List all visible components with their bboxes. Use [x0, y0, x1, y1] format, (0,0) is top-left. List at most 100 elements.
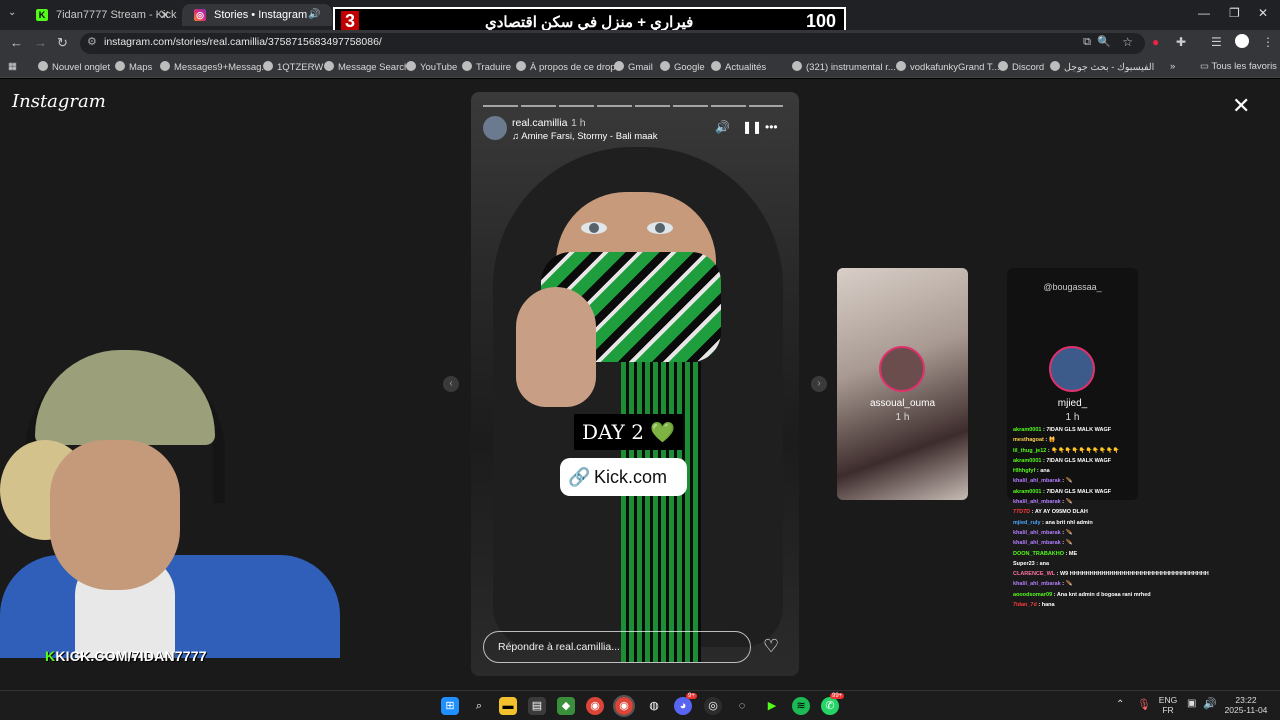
bookmark-item[interactable]: Maps: [115, 61, 152, 73]
chat-text: AY AY O95MO DLAH: [1034, 509, 1088, 516]
address-bar[interactable]: ⚙ instagram.com/stories/real.camillia/37…: [80, 33, 1145, 54]
clock[interactable]: 23:22 2025-11-04: [1222, 695, 1270, 715]
chat-message: CLARENCE_WL : W9 HHHHHHHHHHHHHHHHHHHHHHH…: [1013, 571, 1209, 578]
browser-menu-icon[interactable]: ⋮: [1262, 35, 1274, 49]
kick-icon: K: [45, 648, 56, 664]
reading-list-icon[interactable]: ☰: [1211, 35, 1222, 49]
chat-username: 77D7D: [1013, 509, 1031, 516]
app-icon[interactable]: ◎: [704, 697, 722, 715]
chat-text: ME: [1068, 550, 1078, 557]
tab-audio-icon[interactable]: 🔊: [308, 4, 320, 26]
volume-icon[interactable]: 🔊: [715, 120, 730, 134]
story-progress-segment: [597, 105, 632, 107]
search-icon[interactable]: ⌕: [470, 697, 488, 715]
extensions-puzzle-icon[interactable]: ✚: [1176, 35, 1186, 49]
install-app-icon[interactable]: ⧉: [1083, 36, 1091, 49]
volume-icon[interactable]: 🔊: [1203, 697, 1217, 710]
chat-text: ana brit nhl admin: [1045, 519, 1093, 526]
close-tab-icon[interactable]: ✕: [160, 4, 170, 26]
file-explorer-icon[interactable]: ▬: [499, 697, 517, 715]
side-story-username: assoual_ouma: [869, 398, 936, 409]
chat-username: mesthagoat: [1013, 437, 1044, 444]
zoom-icon[interactable]: 🔍: [1097, 35, 1111, 48]
discord-icon[interactable]: ◕: [674, 697, 692, 715]
tab-kick-dashboard[interactable]: K 7idan7777 Stream - Kick Dashb ✕: [24, 4, 178, 26]
bookmark-star-icon[interactable]: ☆: [1122, 35, 1133, 49]
story-timestamp: 1 h: [571, 117, 586, 129]
pause-icon[interactable]: ❚❚: [742, 120, 762, 134]
chat-text: 🙀: [1048, 437, 1056, 444]
bookmark-item[interactable]: Messages9+Messag...: [160, 61, 269, 73]
site-info-icon[interactable]: ⚙: [87, 35, 97, 48]
bookmark-item[interactable]: (321) instrumental r...: [792, 61, 896, 73]
side-story-username: mjied_: [1057, 398, 1088, 409]
bookmark-item[interactable]: الفيسبوك - بحث جوجل: [1050, 61, 1154, 73]
apps-grid-icon[interactable]: ▦: [8, 61, 17, 72]
story-progress-segment: [559, 105, 594, 107]
discord-badge: 9+: [686, 693, 697, 699]
minimize-icon[interactable]: —: [1198, 6, 1210, 20]
story-viewer[interactable]: real.camillia 1 h ♫ Amine Farsi, Stormy …: [471, 92, 799, 676]
language-indicator[interactable]: ENG FR: [1158, 695, 1178, 715]
story-reply-input[interactable]: Répondre à real.camillia...: [483, 631, 751, 663]
more-options-icon[interactable]: •••: [765, 120, 778, 134]
bookmark-item[interactable]: YouTube: [406, 61, 457, 73]
obs-icon[interactable]: ◍: [645, 697, 663, 715]
windows-start-icon[interactable]: ⊞: [441, 697, 459, 715]
restore-icon[interactable]: ❐: [1229, 6, 1240, 20]
bookmark-item[interactable]: vodkafunkyGrand T...: [896, 61, 1000, 73]
profile-avatar-icon[interactable]: [1235, 34, 1249, 48]
story-user-avatar[interactable]: [483, 116, 507, 140]
overlay-counter-right: 100: [805, 11, 836, 31]
globe-icon: [998, 61, 1008, 71]
story-link-sticker[interactable]: 🔗 Kick.com: [560, 458, 687, 496]
instagram-logo[interactable]: Instagram: [12, 91, 106, 112]
forward-icon[interactable]: →: [34, 35, 47, 50]
next-story-icon[interactable]: ›: [811, 376, 827, 392]
like-heart-icon[interactable]: ♡: [763, 636, 779, 657]
extension-icon[interactable]: ●: [1152, 35, 1159, 49]
stream-chat-overlay: akram0001 : 7IDAN GLS MALK WAGF mesthagoa…: [1013, 425, 1243, 610]
bookmark-item[interactable]: Traduire: [462, 61, 511, 73]
more-bookmarks-icon[interactable]: »: [1170, 61, 1175, 72]
bookmark-item[interactable]: Actualités: [711, 61, 766, 73]
whatsapp-icon[interactable]: ✆: [821, 697, 839, 715]
kick-app-icon[interactable]: ▶: [763, 697, 781, 715]
spotify-icon[interactable]: ≋: [792, 697, 810, 715]
bookmark-item[interactable]: À propos de ce drop: [516, 61, 616, 73]
url-text[interactable]: instagram.com/stories/real.camillia/3758…: [104, 36, 382, 48]
app-icon[interactable]: ◌: [733, 697, 751, 715]
chat-username: HIhhgfyf: [1013, 468, 1036, 475]
back-icon[interactable]: ←: [10, 35, 23, 50]
all-bookmarks-folder[interactable]: ▭ Tous les favoris: [1200, 61, 1277, 72]
bookmark-item[interactable]: Message Search: [324, 61, 409, 73]
network-icon[interactable]: ▣: [1187, 698, 1196, 709]
tab-instagram-stories[interactable]: ◎ Stories • Instagram 🔊: [182, 4, 332, 26]
side-story-preview[interactable]: assoual_ouma 1 h: [837, 268, 968, 500]
window-close-icon[interactable]: ✕: [1258, 6, 1268, 20]
chat-text: ana: [1040, 468, 1050, 475]
browser-toolbar: ← → ↻ ⚙ instagram.com/stories/real.camil…: [0, 30, 1280, 56]
story-image-scarf-tail: [621, 362, 701, 662]
bookmark-item[interactable]: Discord: [998, 61, 1044, 73]
story-username[interactable]: real.camillia: [512, 117, 567, 129]
bookmark-item[interactable]: Google: [660, 61, 705, 73]
chat-text: ana: [1039, 560, 1050, 567]
bookmark-item[interactable]: Gmail: [614, 61, 653, 73]
app-icon[interactable]: ◆: [557, 697, 575, 715]
chrome-active-icon[interactable]: ◉: [613, 695, 635, 717]
bookmarks-bar: ▦ Nouvel onglet Maps Messages9+Messag...…: [0, 56, 1280, 78]
story-music-label[interactable]: ♫ Amine Farsi, Stormy - Bali maak: [512, 131, 657, 142]
tray-overflow-icon[interactable]: ⌃: [1116, 699, 1124, 710]
tab-search-chevron-icon[interactable]: ⌄: [8, 7, 16, 18]
bookmark-item[interactable]: Nouvel onglet: [38, 61, 110, 73]
reload-icon[interactable]: ↻: [57, 35, 68, 51]
close-stories-icon[interactable]: ✕: [1232, 93, 1250, 119]
side-story-avatar: [1049, 346, 1095, 392]
previous-story-icon[interactable]: ‹: [443, 376, 459, 392]
story-progress-segment: [711, 105, 746, 107]
microphone-icon[interactable]: 🎙: [1137, 698, 1151, 711]
store-icon[interactable]: ▤: [528, 697, 546, 715]
chrome-icon[interactable]: ◉: [586, 697, 604, 715]
bookmark-item[interactable]: 1QTZERW: [263, 61, 323, 73]
